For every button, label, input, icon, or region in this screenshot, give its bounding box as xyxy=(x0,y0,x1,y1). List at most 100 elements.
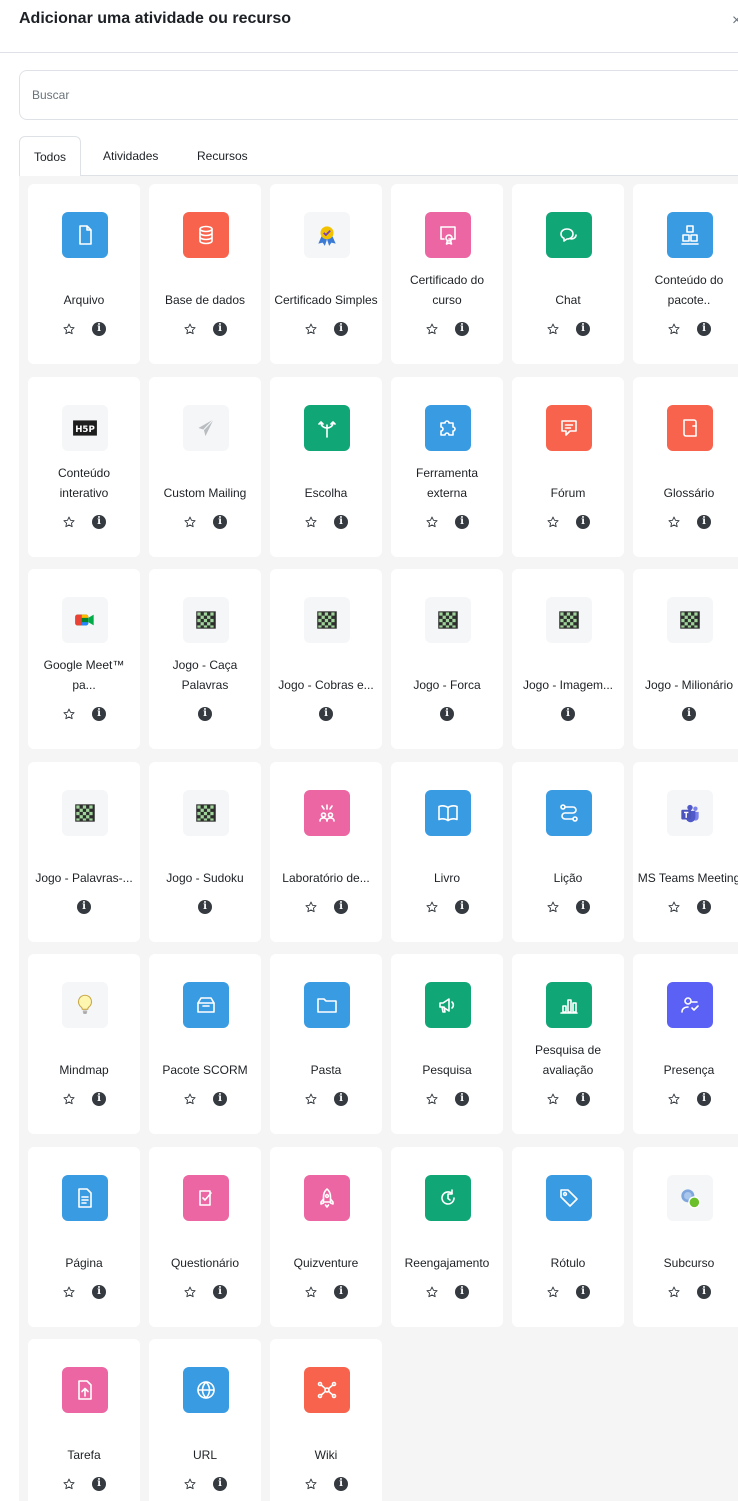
activity-card[interactable]: Glossário i xyxy=(633,376,738,557)
activity-card[interactable]: Jogo - Imagem... i xyxy=(512,569,624,749)
info-icon[interactable]: i xyxy=(334,322,348,336)
activity-card[interactable]: Jogo - Forca i xyxy=(391,569,503,749)
star-icon[interactable] xyxy=(667,1285,681,1299)
star-icon[interactable] xyxy=(62,1285,76,1299)
activity-card[interactable]: Quizventure i xyxy=(270,1146,382,1327)
star-icon[interactable] xyxy=(183,1285,197,1299)
activity-card[interactable]: URL i xyxy=(149,1339,261,1501)
activity-card[interactable]: Arquivo i xyxy=(28,184,140,364)
info-icon[interactable]: i xyxy=(334,1477,348,1491)
activity-card[interactable]: Pasta i xyxy=(270,954,382,1134)
info-icon[interactable]: i xyxy=(697,899,711,914)
activity-card[interactable]: Ferramenta externa i xyxy=(391,376,503,557)
info-icon[interactable]: i xyxy=(213,514,227,529)
activity-card[interactable]: Chat i xyxy=(512,184,624,364)
activity-card[interactable]: MS Teams Meeting i xyxy=(633,761,738,942)
activity-card[interactable]: Rótulo i xyxy=(512,1146,624,1327)
star-icon[interactable] xyxy=(304,322,318,336)
activity-card[interactable]: Jogo - Milionário i xyxy=(633,569,738,749)
activity-card[interactable]: Conteúdo do pacote.. i xyxy=(633,184,738,364)
tab-todos[interactable]: Todos xyxy=(19,136,82,177)
star-icon[interactable] xyxy=(62,515,76,529)
star-icon[interactable] xyxy=(667,322,681,336)
info-icon[interactable]: i xyxy=(576,514,590,529)
info-icon[interactable]: i xyxy=(697,514,711,529)
info-icon[interactable]: i xyxy=(213,322,227,336)
star-icon[interactable] xyxy=(546,1285,560,1299)
star-icon[interactable] xyxy=(62,707,76,721)
info-icon[interactable]: i xyxy=(697,1284,711,1299)
tab-atividades[interactable]: Atividades xyxy=(89,136,172,176)
info-icon[interactable]: i xyxy=(213,1477,227,1491)
info-icon[interactable]: i xyxy=(334,1092,348,1106)
star-icon[interactable] xyxy=(667,900,681,914)
info-icon[interactable]: i xyxy=(213,1284,227,1299)
activity-card[interactable]: Jogo - Cobras e... i xyxy=(270,569,382,749)
info-icon[interactable]: i xyxy=(455,1092,469,1106)
info-icon[interactable]: i xyxy=(576,899,590,914)
info-icon[interactable]: i xyxy=(576,322,590,336)
info-icon[interactable]: i xyxy=(92,1477,106,1491)
star-icon[interactable] xyxy=(304,1285,318,1299)
info-icon[interactable]: i xyxy=(561,707,575,721)
star-icon[interactable] xyxy=(183,1092,197,1106)
activity-card[interactable]: Certificado Simples i xyxy=(270,184,382,364)
star-icon[interactable] xyxy=(304,1477,318,1491)
info-icon[interactable]: i xyxy=(697,322,711,336)
star-icon[interactable] xyxy=(304,1092,318,1106)
search-input[interactable] xyxy=(20,71,738,119)
activity-card[interactable]: Base de dados i xyxy=(149,184,261,364)
star-icon[interactable] xyxy=(425,515,439,529)
info-icon[interactable]: i xyxy=(77,899,91,914)
info-icon[interactable]: i xyxy=(334,1284,348,1299)
activity-card[interactable]: Jogo - Sudoku i xyxy=(149,761,261,942)
star-icon[interactable] xyxy=(425,1285,439,1299)
star-icon[interactable] xyxy=(425,1092,439,1106)
info-icon[interactable]: i xyxy=(455,322,469,336)
star-icon[interactable] xyxy=(546,1092,560,1106)
info-icon[interactable]: i xyxy=(92,1092,106,1106)
activity-card[interactable]: Livro i xyxy=(391,761,503,942)
info-icon[interactable]: i xyxy=(213,1092,227,1106)
activity-card[interactable]: Subcurso i xyxy=(633,1146,738,1327)
activity-card[interactable]: Lição i xyxy=(512,761,624,942)
activity-card[interactable]: Jogo - Caça Palavras i xyxy=(149,569,261,749)
star-icon[interactable] xyxy=(546,900,560,914)
activity-card[interactable]: Página i xyxy=(28,1146,140,1327)
activity-card[interactable]: Jogo - Palavras-... i xyxy=(28,761,140,942)
activity-card[interactable]: Wiki i xyxy=(270,1339,382,1501)
star-icon[interactable] xyxy=(62,1092,76,1106)
info-icon[interactable]: i xyxy=(92,322,106,336)
activity-card[interactable]: H5P Conteúdo interativo i xyxy=(28,376,140,557)
info-icon[interactable]: i xyxy=(576,1092,590,1106)
activity-card[interactable]: Google Meet™ pa... i xyxy=(28,569,140,749)
close-icon[interactable]: × xyxy=(732,12,738,30)
star-icon[interactable] xyxy=(183,1477,197,1491)
info-icon[interactable]: i xyxy=(334,514,348,529)
activity-card[interactable]: Pacote SCORM i xyxy=(149,954,261,1134)
tab-recursos[interactable]: Recursos xyxy=(183,136,262,176)
info-icon[interactable]: i xyxy=(92,707,106,721)
star-icon[interactable] xyxy=(183,322,197,336)
activity-card[interactable]: Laboratório de... i xyxy=(270,761,382,942)
star-icon[interactable] xyxy=(546,515,560,529)
info-icon[interactable]: i xyxy=(697,1092,711,1106)
activity-card[interactable]: Presença i xyxy=(633,954,738,1134)
star-icon[interactable] xyxy=(183,515,197,529)
star-icon[interactable] xyxy=(304,515,318,529)
activity-card[interactable]: Escolha i xyxy=(270,376,382,557)
info-icon[interactable]: i xyxy=(455,1284,469,1299)
star-icon[interactable] xyxy=(62,1477,76,1491)
activity-card[interactable]: Questionário i xyxy=(149,1146,261,1327)
star-icon[interactable] xyxy=(62,322,76,336)
star-icon[interactable] xyxy=(667,1092,681,1106)
info-icon[interactable]: i xyxy=(682,707,696,721)
star-icon[interactable] xyxy=(667,515,681,529)
activity-card[interactable]: Tarefa i xyxy=(28,1339,140,1501)
info-icon[interactable]: i xyxy=(92,1284,106,1299)
activity-card[interactable]: Pesquisa i xyxy=(391,954,503,1134)
info-icon[interactable]: i xyxy=(440,707,454,721)
info-icon[interactable]: i xyxy=(92,514,106,529)
activity-card[interactable]: Fórum i xyxy=(512,376,624,557)
info-icon[interactable]: i xyxy=(576,1284,590,1299)
